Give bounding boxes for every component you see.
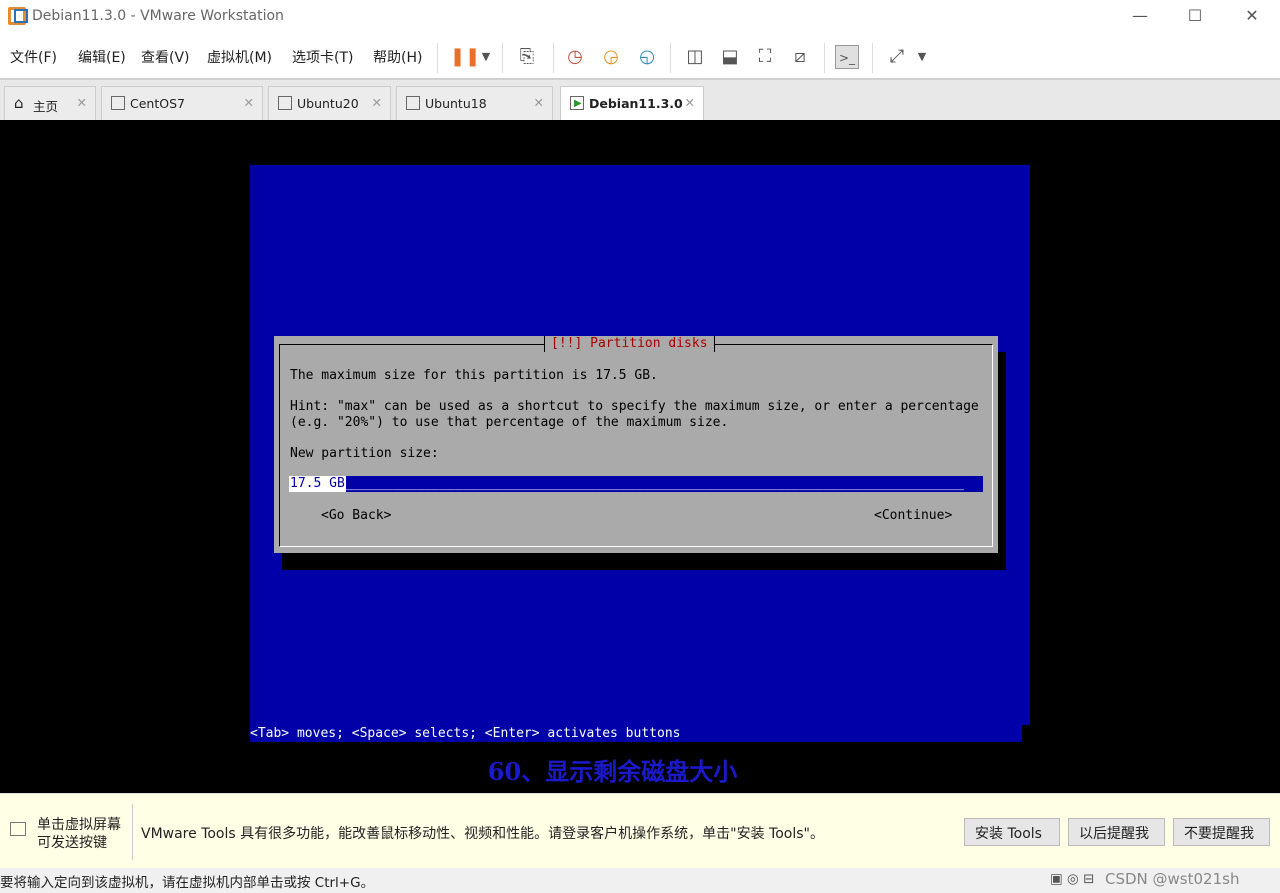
hint-text: Hint: "max" can be used as a shortcut to… xyxy=(290,399,979,414)
fullscreen-icon[interactable]: ⛶ xyxy=(753,45,777,69)
divider xyxy=(502,43,503,73)
go-back-button[interactable]: <Go Back> xyxy=(321,508,391,524)
dropdown-arrow-icon[interactable]: ▼ xyxy=(910,45,934,69)
tab-label: Ubuntu20 xyxy=(297,96,359,111)
divider xyxy=(872,43,873,73)
tab-ubuntu20[interactable]: Ubuntu20 ✕ xyxy=(268,86,391,120)
tab-ubuntu18[interactable]: Ubuntu18 ✕ xyxy=(396,86,553,120)
vmware-logo-icon xyxy=(8,7,28,25)
watermark: CSDN @wst021sh xyxy=(1105,870,1240,888)
tab-close-icon[interactable]: ✕ xyxy=(685,95,695,110)
partition-size-input[interactable]: 17.5 GB_________________________________… xyxy=(289,476,983,492)
menu-help[interactable]: 帮助(H) xyxy=(373,47,422,67)
vmware-tools-notification: 单击虚拟屏幕 可发送按键 VMware Tools 具有很多功能，能改善鼠标移动… xyxy=(0,793,1280,868)
thumbnail-view-icon[interactable]: ⬓ xyxy=(718,45,742,69)
close-button[interactable]: ✕ xyxy=(1237,6,1267,25)
pause-icon[interactable]: ❚❚ xyxy=(450,45,480,69)
tab-home[interactable]: ⌂ 主页 ✕ xyxy=(4,86,96,120)
device-icons[interactable]: ▣ ◎ ⊟ xyxy=(1050,871,1094,887)
vm-icon xyxy=(406,96,420,110)
snapshot-manager-icon[interactable]: ◵ xyxy=(635,45,659,69)
console-view-icon[interactable]: >_ xyxy=(835,45,859,69)
sidebar-view-icon[interactable]: ◫ xyxy=(683,45,707,69)
divider xyxy=(437,43,438,73)
continue-button[interactable]: <Continue> xyxy=(874,508,952,524)
click-hint-1: 单击虚拟屏幕 xyxy=(37,817,121,833)
install-tools-button[interactable]: 安装 Tools xyxy=(964,818,1060,846)
divider xyxy=(670,43,671,73)
tab-close-icon[interactable]: ✕ xyxy=(244,95,254,110)
menu-toolbar: 文件(F) 编辑(E) 查看(V) 虚拟机(M) 选项卡(T) 帮助(H) ❚❚… xyxy=(0,35,1280,80)
menu-edit[interactable]: 编辑(E) xyxy=(78,47,126,67)
never-remind-button[interactable]: 不要提醒我 xyxy=(1173,818,1270,846)
hint-text-2: (e.g. "20%") to use that percentage of t… xyxy=(290,415,729,430)
tab-bar: ⌂ 主页 ✕ CentOS7 ✕ Ubuntu20 ✕ Ubuntu18 ✕ ▶ Debia… xyxy=(0,80,1280,120)
click-hint-2: 可发送按键 xyxy=(37,835,107,851)
tab-label: Ubuntu18 xyxy=(425,96,487,111)
tab-label: Debian11.3.0 xyxy=(589,96,683,111)
maximize-button[interactable]: ☐ xyxy=(1180,6,1210,25)
home-icon: ⌂ xyxy=(14,94,24,112)
menu-file[interactable]: 文件(F) xyxy=(10,47,57,67)
vm-running-icon: ▶ xyxy=(570,96,584,110)
tools-message: VMware Tools 具有很多功能，能改善鼠标移动性、视频和性能。请登录客户… xyxy=(141,826,824,842)
minimize-button[interactable]: — xyxy=(1125,6,1155,25)
size-prompt: New partition size: xyxy=(290,446,439,461)
partition-dialog: [!!] Partition disks The maximum size fo… xyxy=(274,336,998,553)
tab-label: 主页 xyxy=(33,99,59,114)
unity-icon[interactable]: ⧄ xyxy=(788,45,812,69)
max-size-text: The maximum size for this partition is 1… xyxy=(290,368,658,383)
menu-vm[interactable]: 虚拟机(M) xyxy=(207,47,272,67)
divider xyxy=(132,804,133,860)
menu-tabs[interactable]: 选项卡(T) xyxy=(292,47,353,67)
partition-size-value: 17.5 GB xyxy=(289,476,346,492)
dropdown-arrow-icon[interactable]: ▼ xyxy=(474,45,498,69)
stretch-icon[interactable]: ⤢ xyxy=(885,45,909,69)
tab-close-icon[interactable]: ✕ xyxy=(77,95,87,110)
divider xyxy=(824,43,825,73)
title-bar: Debian11.3.0 - VMware Workstation — ☐ ✕ xyxy=(0,0,1280,35)
vm-icon xyxy=(111,96,125,110)
snapshot-icon[interactable]: ◷ xyxy=(563,45,587,69)
status-text: 要将输入定向到该虚拟机，请在虚拟机内部单击或按 Ctrl+G。 xyxy=(0,875,375,891)
status-bar: 要将输入定向到该虚拟机，请在虚拟机内部单击或按 Ctrl+G。 ▣ ◎ ⊟ CS… xyxy=(0,868,1280,893)
tab-debian[interactable]: ▶ Debian11.3.0 ✕ xyxy=(560,86,704,120)
installer-hint: <Tab> moves; <Space> selects; <Enter> ac… xyxy=(250,725,1022,742)
tab-centos7[interactable]: CentOS7 ✕ xyxy=(101,86,263,120)
tab-close-icon[interactable]: ✕ xyxy=(534,95,544,110)
remind-later-button[interactable]: 以后提醒我 xyxy=(1068,818,1165,846)
dialog-title: [!!] Partition disks xyxy=(544,336,715,352)
menu-view[interactable]: 查看(V) xyxy=(141,47,190,67)
send-ctrl-alt-del-icon[interactable]: ⎘ xyxy=(515,45,539,69)
window-title: Debian11.3.0 - VMware Workstation xyxy=(32,8,284,24)
vm-icon xyxy=(278,96,292,110)
keyboard-icon xyxy=(10,822,26,836)
revert-snapshot-icon[interactable]: ◶ xyxy=(599,45,623,69)
tab-close-icon[interactable]: ✕ xyxy=(372,95,382,110)
tab-label: CentOS7 xyxy=(130,96,185,111)
annotation-caption: 60、显示剩余磁盘大小 xyxy=(487,757,738,786)
divider xyxy=(553,43,554,73)
